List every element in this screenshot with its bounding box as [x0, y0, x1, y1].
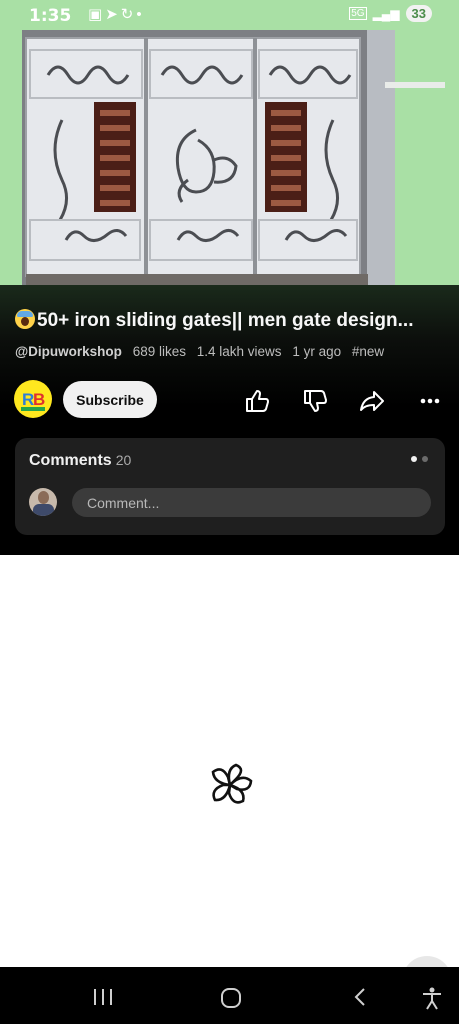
comment-input[interactable]: Comment...	[72, 488, 431, 517]
user-avatar	[29, 488, 57, 516]
like-icon[interactable]	[243, 387, 271, 415]
more-icon[interactable]	[416, 387, 444, 415]
network-label: 5G	[349, 7, 367, 20]
like-count: 689 likes	[132, 344, 186, 359]
dislike-icon[interactable]	[301, 387, 329, 415]
status-system-icons: 5G ▂▄▆ 33	[349, 5, 432, 22]
channel-handle[interactable]: @Dipuworkshop	[15, 344, 122, 359]
upload-age: 1 yr ago	[292, 344, 342, 359]
carousel-dots	[411, 456, 428, 462]
hashtag[interactable]: #new	[352, 344, 384, 359]
comments-header: Comments 20	[29, 452, 131, 470]
battery-indicator: 33	[405, 5, 432, 22]
dot-active	[411, 456, 417, 462]
status-notification-icons: ▣ ➤ ↻ •	[88, 5, 145, 23]
video-player[interactable]	[0, 30, 459, 285]
subscribe-button[interactable]: Subscribe	[63, 381, 157, 418]
gate-thumbnail-icon	[0, 30, 459, 285]
dot-icon: •	[136, 6, 142, 23]
video-title-text: 50+ iron sliding gates|| men gate design…	[37, 310, 414, 331]
scream-emoji-icon	[15, 309, 35, 329]
view-count: 1.4 lakh views	[196, 344, 282, 359]
app-icon: ↻	[120, 6, 134, 23]
back-icon[interactable]	[350, 986, 370, 1008]
telegram-icon: ➤	[105, 6, 118, 23]
share-icon[interactable]	[358, 387, 386, 415]
comments-card[interactable]: Comments 20 Comment...	[15, 438, 445, 535]
comments-label: Comments	[29, 452, 112, 469]
home-icon[interactable]	[219, 986, 243, 1010]
recent-apps-icon[interactable]	[92, 987, 114, 1007]
status-time: 1:35	[29, 6, 72, 26]
battery-level: 33	[411, 6, 426, 21]
accessibility-icon[interactable]	[421, 986, 443, 1010]
video-info-panel: 50+ iron sliding gates|| men gate design…	[0, 285, 459, 555]
comments-count: 20	[115, 452, 132, 468]
screenshot-icon: ▣	[88, 6, 103, 23]
signal-icon: ▂▄▆	[372, 6, 400, 21]
video-title[interactable]: 50+ iron sliding gates|| men gate design…	[15, 309, 450, 332]
loading-spinner-icon	[211, 763, 253, 804]
video-metadata: @Dipuworkshop 689 likes 1.4 lakh views 1…	[15, 344, 391, 359]
channel-avatar[interactable]: RB	[14, 380, 52, 418]
dot-inactive	[422, 456, 428, 462]
status-bar: 1:35 ▣ ➤ ↻ • 5G ▂▄▆ 33	[0, 0, 459, 30]
system-navigation-bar	[0, 967, 459, 1024]
